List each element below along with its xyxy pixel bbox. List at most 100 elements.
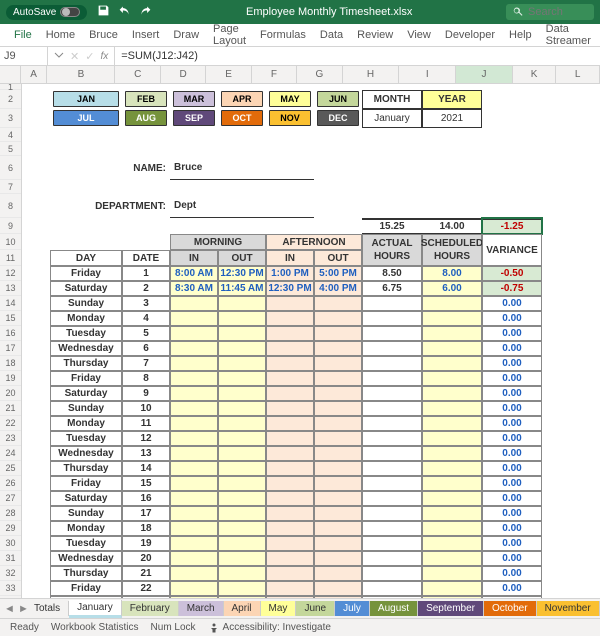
cell-min-24[interactable] <box>170 446 218 461</box>
cell-date-12[interactable]: 1 <box>122 266 170 281</box>
status-accessibility[interactable]: Accessibility: Investigate <box>208 622 331 634</box>
cell-aout-19[interactable] <box>314 371 362 386</box>
cell-day-31[interactable]: Wednesday <box>50 551 122 566</box>
col-header-F[interactable]: F <box>252 66 297 83</box>
cell-var-25[interactable]: 0.00 <box>482 461 542 476</box>
cell-var-28[interactable]: 0.00 <box>482 506 542 521</box>
cell-sch-19[interactable] <box>422 371 482 386</box>
cell-min-20[interactable] <box>170 386 218 401</box>
sheet-tab-totals[interactable]: Totals <box>26 601 69 616</box>
cell-sch-22[interactable] <box>422 416 482 431</box>
month-btn-apr[interactable]: APR <box>221 91 263 107</box>
cell-day-29[interactable]: Monday <box>50 521 122 536</box>
sheet-tab-september[interactable]: September <box>418 601 484 616</box>
row-header-20[interactable]: 20 <box>0 386 21 401</box>
cell-var-16[interactable]: 0.00 <box>482 326 542 341</box>
cell-act-22[interactable] <box>362 416 422 431</box>
cell-ain-14[interactable] <box>266 296 314 311</box>
cell-act-13[interactable]: 6.75 <box>362 281 422 296</box>
cell-ain-30[interactable] <box>266 536 314 551</box>
cell-day-28[interactable]: Sunday <box>50 506 122 521</box>
cell-ain-28[interactable] <box>266 506 314 521</box>
row-header-15[interactable]: 15 <box>0 311 21 326</box>
cell-act-18[interactable] <box>362 356 422 371</box>
cell-day-18[interactable]: Thursday <box>50 356 122 371</box>
name-value[interactable]: Bruce <box>170 156 314 180</box>
cell-ain-18[interactable] <box>266 356 314 371</box>
cell-act-32[interactable] <box>362 566 422 581</box>
cell-sch-30[interactable] <box>422 536 482 551</box>
row-header-25[interactable]: 25 <box>0 461 21 476</box>
cancel-icon[interactable]: ✕ <box>70 50 79 63</box>
month-btn-aug[interactable]: AUG <box>125 110 167 126</box>
cell-sch-26[interactable] <box>422 476 482 491</box>
row-header-11[interactable]: 11 <box>0 250 21 266</box>
col-header-L[interactable]: L <box>556 66 600 83</box>
cell-min-27[interactable] <box>170 491 218 506</box>
row-header-28[interactable]: 28 <box>0 506 21 521</box>
ribbon-tab-view[interactable]: View <box>407 29 431 41</box>
row-header-31[interactable]: 31 <box>0 551 21 566</box>
cell-date-26[interactable]: 15 <box>122 476 170 491</box>
cell-mout-30[interactable] <box>218 536 266 551</box>
cell-min-19[interactable] <box>170 371 218 386</box>
cell-day-15[interactable]: Monday <box>50 311 122 326</box>
cell-mout-18[interactable] <box>218 356 266 371</box>
ribbon-tab-help[interactable]: Help <box>509 29 532 41</box>
cell-min-17[interactable] <box>170 341 218 356</box>
worksheet[interactable]: JANFEBMARAPRMAYJUNJULAUGSEPOCTNOVDECMONT… <box>22 84 600 598</box>
cell-date-32[interactable]: 21 <box>122 566 170 581</box>
sheet-tab-july[interactable]: July <box>335 601 370 616</box>
cell-mout-24[interactable] <box>218 446 266 461</box>
cell-aout-13[interactable]: 4:00 PM <box>314 281 362 296</box>
month-btn-feb[interactable]: FEB <box>125 91 167 107</box>
cell-aout-18[interactable] <box>314 356 362 371</box>
cell-var-27[interactable]: 0.00 <box>482 491 542 506</box>
cell-date-15[interactable]: 4 <box>122 311 170 326</box>
fx-icon[interactable]: fx <box>100 51 108 62</box>
sheet-tab-april[interactable]: April <box>224 601 261 616</box>
row-header-32[interactable]: 32 <box>0 566 21 581</box>
row-header-5[interactable]: 5 <box>0 142 21 156</box>
row-header-14[interactable]: 14 <box>0 296 21 311</box>
cell-ain-25[interactable] <box>266 461 314 476</box>
cell-var-29[interactable]: 0.00 <box>482 521 542 536</box>
cell-aout-20[interactable] <box>314 386 362 401</box>
cell-aout-29[interactable] <box>314 521 362 536</box>
cell-date-29[interactable]: 18 <box>122 521 170 536</box>
cell-day-22[interactable]: Monday <box>50 416 122 431</box>
cell-mout-33[interactable] <box>218 581 266 596</box>
month-btn-dec[interactable]: DEC <box>317 110 359 126</box>
cell-act-16[interactable] <box>362 326 422 341</box>
cell-sch-14[interactable] <box>422 296 482 311</box>
cell-date-25[interactable]: 14 <box>122 461 170 476</box>
row-header-22[interactable]: 22 <box>0 416 21 431</box>
sheet-tab-may[interactable]: May <box>261 601 297 616</box>
row-header-27[interactable]: 27 <box>0 491 21 506</box>
month-btn-jan[interactable]: JAN <box>53 91 119 107</box>
cell-day-24[interactable]: Wednesday <box>50 446 122 461</box>
cell-min-18[interactable] <box>170 356 218 371</box>
cell-act-14[interactable] <box>362 296 422 311</box>
ribbon-tab-draw[interactable]: Draw <box>173 29 199 41</box>
col-header-A[interactable]: A <box>21 66 48 83</box>
cell-min-25[interactable] <box>170 461 218 476</box>
cell-var-19[interactable]: 0.00 <box>482 371 542 386</box>
cell-day-30[interactable]: Tuesday <box>50 536 122 551</box>
cell-act-31[interactable] <box>362 551 422 566</box>
sheet-tab-october[interactable]: October <box>484 601 537 616</box>
cell-date-16[interactable]: 5 <box>122 326 170 341</box>
cell-day-21[interactable]: Sunday <box>50 401 122 416</box>
cell-aout-31[interactable] <box>314 551 362 566</box>
cell-sch-21[interactable] <box>422 401 482 416</box>
cell-mout-28[interactable] <box>218 506 266 521</box>
cell-day-27[interactable]: Saturday <box>50 491 122 506</box>
cell-var-26[interactable]: 0.00 <box>482 476 542 491</box>
row-header-9[interactable]: 9 <box>0 218 21 234</box>
cell-var-12[interactable]: -0.50 <box>482 266 542 281</box>
cell-ain-32[interactable] <box>266 566 314 581</box>
cell-act-25[interactable] <box>362 461 422 476</box>
cell-aout-16[interactable] <box>314 326 362 341</box>
formula-input[interactable]: =SUM(J12:J42) <box>115 50 600 62</box>
name-box[interactable]: J9 <box>0 47 48 65</box>
